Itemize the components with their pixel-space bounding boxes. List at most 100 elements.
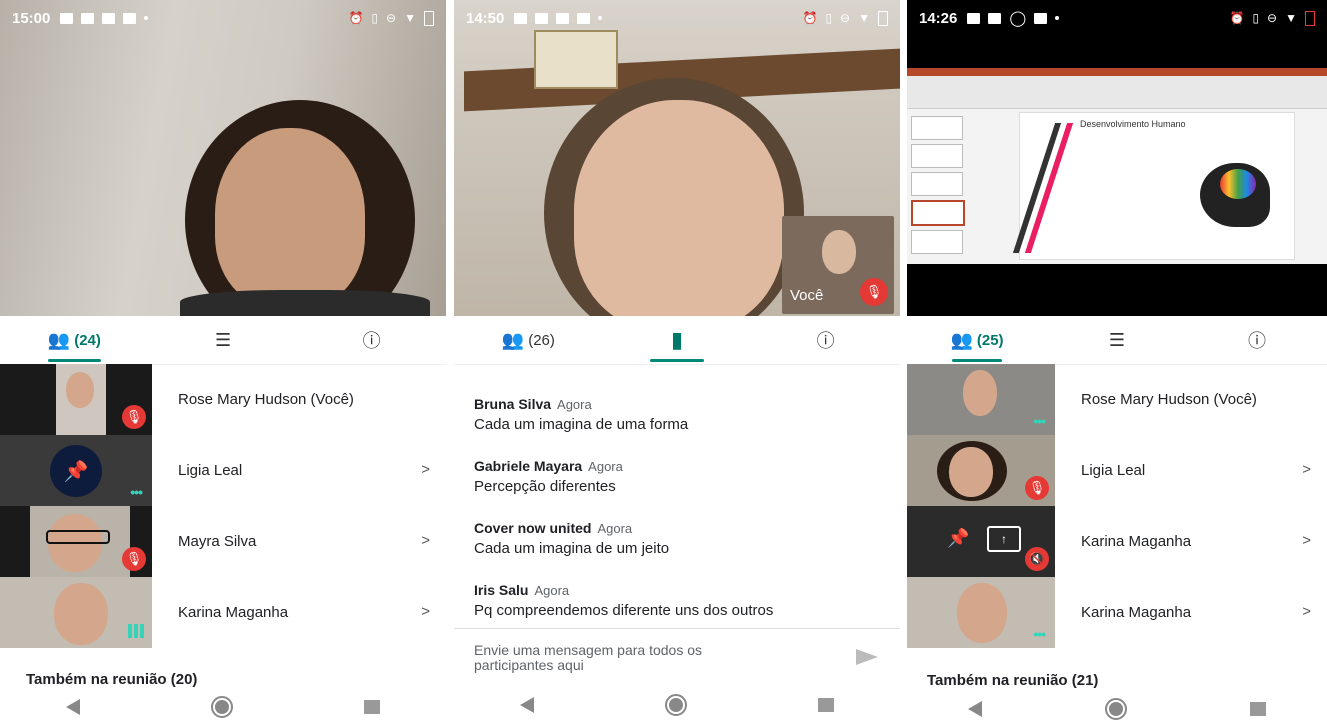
- home-icon[interactable]: [1104, 698, 1127, 720]
- recents-icon[interactable]: [364, 700, 381, 714]
- chevron-right-icon[interactable]: >: [1302, 461, 1311, 478]
- participant-thumbnail: [0, 577, 152, 648]
- participant-name: Karina Maganha: [178, 604, 289, 621]
- people-icon: 👥: [501, 329, 525, 350]
- self-view-pip[interactable]: Você 🎙: [782, 216, 894, 314]
- message-author: Cover now united: [474, 520, 592, 536]
- dnd-icon: ⊖: [840, 11, 851, 25]
- info-icon: ⓘ: [1248, 331, 1266, 351]
- chevron-right-icon[interactable]: >: [1302, 532, 1311, 549]
- message-text: Pq compreendemos diferente uns dos outro…: [474, 602, 774, 619]
- tab-info[interactable]: ⓘ: [1187, 316, 1327, 364]
- people-icon: 👥: [47, 329, 71, 350]
- whatsapp-icon: ◯: [1009, 10, 1027, 27]
- participant-row[interactable]: Karina Maganha >: [0, 577, 446, 648]
- tab-people[interactable]: 👥 (25): [907, 316, 1047, 364]
- vibrate-icon: ▯: [825, 11, 833, 25]
- chevron-right-icon[interactable]: >: [1302, 603, 1311, 620]
- screen-share-presentation: Desenvolvimento Humano: [907, 68, 1327, 264]
- frame: [534, 30, 618, 89]
- people-count: (24): [74, 331, 101, 349]
- message-input[interactable]: Envie uma mensagem para todos os partici…: [474, 643, 774, 673]
- status-time: 14:26: [919, 9, 958, 27]
- video-person-face: [215, 128, 365, 308]
- mic-off-icon: 🎙: [860, 278, 888, 306]
- recents-icon[interactable]: [818, 698, 835, 712]
- phone-screen-1: 15:00 ⏰ ▯ ⊖ ▼ 👥 (24) ☰ ⓘ 🎙 Rose Mary Hudson…: [0, 0, 446, 724]
- message-composer[interactable]: Envie uma mensagem para todos os partici…: [454, 628, 900, 685]
- back-icon[interactable]: [519, 697, 534, 713]
- wifi-icon: ▼: [1285, 11, 1297, 25]
- video-person-body: [180, 290, 430, 316]
- image-icon: [967, 12, 981, 24]
- chevron-right-icon[interactable]: >: [421, 603, 430, 620]
- vibrate-icon: ▯: [371, 11, 379, 25]
- tab-chat[interactable]: ▮: [603, 316, 752, 364]
- message-time: Agora: [588, 459, 623, 474]
- tab-info[interactable]: ⓘ: [297, 316, 446, 364]
- slide-title: Desenvolvimento Humano: [1080, 119, 1186, 129]
- participant-thumbnail: 🎙: [907, 435, 1055, 506]
- message-time: Agora: [557, 397, 592, 412]
- participant-name: Rose Mary Hudson (Você): [178, 391, 354, 408]
- main-video-feed[interactable]: [0, 0, 446, 316]
- chat-icon: ☰: [214, 329, 232, 350]
- participant-name: Rose Mary Hudson (Você): [1081, 391, 1257, 408]
- participant-row[interactable]: ••• Karina Maganha >: [907, 577, 1327, 648]
- participant-name: Karina Maganha: [1081, 604, 1192, 621]
- main-video-feed[interactable]: Você 🎙: [454, 0, 900, 316]
- tab-chat[interactable]: ☰: [1047, 316, 1187, 364]
- message-text: Cada um imagina de uma forma: [474, 416, 689, 433]
- doc-icon: [988, 12, 1002, 24]
- camera-icon: [556, 12, 570, 24]
- back-icon[interactable]: [968, 701, 983, 717]
- status-bar: 15:00 ⏰ ▯ ⊖ ▼: [0, 0, 446, 36]
- main-video-feed[interactable]: Desenvolvimento Humano: [907, 0, 1327, 316]
- chat-messages: Bruna Silva Agora Cada um imagina de uma …: [454, 364, 900, 626]
- people-count: (26): [528, 331, 555, 349]
- chat-message: Gabriele Mayara Agora Percepção diferente…: [474, 458, 623, 495]
- participant-thumbnail: 🎙: [0, 364, 152, 435]
- send-icon[interactable]: [856, 649, 878, 665]
- message-author: Gabriele Mayara: [474, 458, 583, 474]
- slide-canvas: Desenvolvimento Humano: [1012, 112, 1295, 260]
- participant-thumbnail: 📌 •••: [0, 435, 152, 506]
- speaking-icon: [128, 624, 144, 638]
- chevron-right-icon[interactable]: >: [421, 532, 430, 549]
- doc-icon: [535, 12, 549, 24]
- people-icon: 👥: [950, 329, 973, 350]
- participant-row[interactable]: 📌 ↑ 🔇 Karina Maganha >: [907, 506, 1327, 577]
- info-icon: ⓘ: [362, 331, 381, 351]
- chevron-right-icon[interactable]: >: [421, 461, 430, 478]
- participant-row[interactable]: 🎙 Rose Mary Hudson (Você): [0, 364, 446, 435]
- participant-row[interactable]: 🎙 Ligia Leal >: [907, 435, 1327, 506]
- participant-row[interactable]: ••• Rose Mary Hudson (Você): [907, 364, 1327, 435]
- recents-icon[interactable]: [1249, 702, 1266, 716]
- wifi-icon: ▼: [404, 11, 416, 25]
- tab-info[interactable]: ⓘ: [751, 316, 900, 364]
- tab-people[interactable]: 👥 (24): [0, 316, 149, 364]
- tab-bar: 👥 (26) ▮ ⓘ: [454, 316, 900, 365]
- volume-off-icon: 🔇: [1025, 547, 1049, 571]
- home-icon[interactable]: [210, 696, 233, 718]
- participant-list: 🎙 Rose Mary Hudson (Você) 📌 ••• Ligia Le…: [0, 364, 446, 648]
- android-nav-bar: [0, 690, 446, 724]
- status-bar: 14:26 ◯ ⏰ ▯ ⊖ ▼: [907, 0, 1327, 36]
- participant-row[interactable]: 📌 ••• Ligia Leal >: [0, 435, 446, 506]
- also-in-meeting-label[interactable]: Também na reunião (21): [927, 672, 1098, 689]
- also-in-meeting-label[interactable]: Também na reunião (20): [26, 671, 197, 688]
- more-dots-icon: •••: [1033, 626, 1046, 642]
- dnd-icon: ⊖: [386, 11, 397, 25]
- android-nav-bar: [454, 686, 900, 724]
- participant-name: Mayra Silva: [178, 533, 257, 550]
- chat-message: Cover now united Agora Cada um imagina de…: [474, 520, 669, 557]
- tab-chat[interactable]: ☰: [149, 316, 298, 364]
- back-icon[interactable]: [65, 699, 80, 715]
- participant-row[interactable]: 🎙 Mayra Silva >: [0, 506, 446, 577]
- home-icon[interactable]: [664, 694, 687, 716]
- tab-people[interactable]: 👥 (26): [454, 316, 603, 364]
- image-icon: [60, 12, 74, 24]
- tab-bar: 👥 (24) ☰ ⓘ: [0, 316, 446, 365]
- mic-off-icon: 🎙: [1025, 476, 1049, 500]
- mail-icon: [123, 12, 137, 24]
